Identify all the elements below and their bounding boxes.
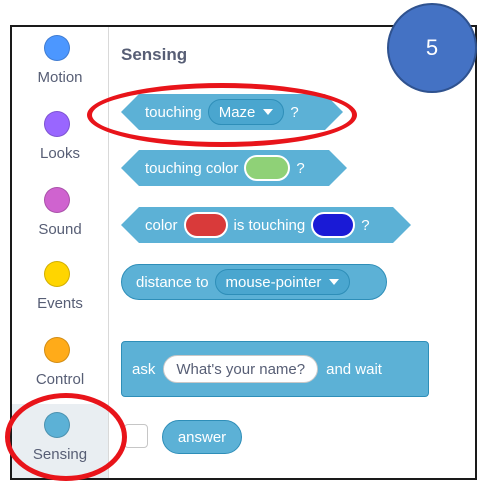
color-swatch-green[interactable] xyxy=(244,155,290,181)
answer-reporter-block[interactable]: answer xyxy=(162,420,242,454)
category-events[interactable]: Events xyxy=(12,253,108,327)
touching-block[interactable]: touching Maze ? xyxy=(121,94,343,130)
block-text: ask xyxy=(132,360,156,378)
block-text: answer xyxy=(177,428,227,446)
category-label: Events xyxy=(37,295,83,312)
palette-section-title: Sensing xyxy=(121,45,188,64)
sound-category-icon xyxy=(44,187,70,213)
block-text: touching color xyxy=(145,159,239,177)
looks-category-icon xyxy=(44,111,70,137)
distance-target-dropdown[interactable]: mouse-pointer xyxy=(214,269,351,295)
dropdown-value: Maze xyxy=(218,103,256,121)
block-question-mark: ? xyxy=(290,103,299,121)
motion-category-icon xyxy=(44,35,70,61)
color-swatch-blue[interactable] xyxy=(311,212,355,238)
color-swatch-red[interactable] xyxy=(184,212,228,238)
category-sound[interactable]: Sound xyxy=(12,179,108,253)
category-looks[interactable]: Looks xyxy=(12,103,108,177)
answer-monitor-checkbox[interactable] xyxy=(124,424,148,448)
category-label: Sound xyxy=(38,221,82,238)
color-is-touching-block[interactable]: color is touching ? xyxy=(121,207,411,243)
sensing-category-icon xyxy=(44,412,70,438)
category-label: Looks xyxy=(39,145,81,162)
block-text: color xyxy=(145,216,178,234)
step-number-badge: 5 xyxy=(387,3,477,93)
category-control[interactable]: Control xyxy=(12,329,108,403)
ask-and-wait-block[interactable]: ask What's your name? and wait xyxy=(121,341,429,397)
touching-object-dropdown[interactable]: Maze xyxy=(208,99,285,125)
block-question-mark: ? xyxy=(361,216,370,234)
events-category-icon xyxy=(44,261,70,287)
block-text: touching xyxy=(145,103,202,121)
block-text: distance to xyxy=(136,273,209,291)
category-sensing[interactable]: Sensing xyxy=(12,404,108,478)
block-text: and wait xyxy=(326,360,382,378)
touching-color-block[interactable]: touching color ? xyxy=(121,150,347,186)
category-label: Sensing xyxy=(32,446,88,463)
ask-question-input[interactable]: What's your name? xyxy=(163,355,319,383)
dropdown-value: mouse-pointer xyxy=(225,273,322,291)
block-question-mark: ? xyxy=(296,159,305,177)
category-label: Control xyxy=(35,371,85,388)
chevron-down-icon xyxy=(329,279,340,285)
block-text: is touching xyxy=(233,216,306,234)
distance-to-block[interactable]: distance to mouse-pointer xyxy=(121,264,387,300)
control-category-icon xyxy=(44,337,70,363)
category-sidebar: Motion Looks Sound Events Control Sensin… xyxy=(12,27,109,478)
category-motion[interactable]: Motion xyxy=(12,27,108,101)
category-label: Motion xyxy=(37,69,83,86)
chevron-down-icon xyxy=(263,109,273,115)
